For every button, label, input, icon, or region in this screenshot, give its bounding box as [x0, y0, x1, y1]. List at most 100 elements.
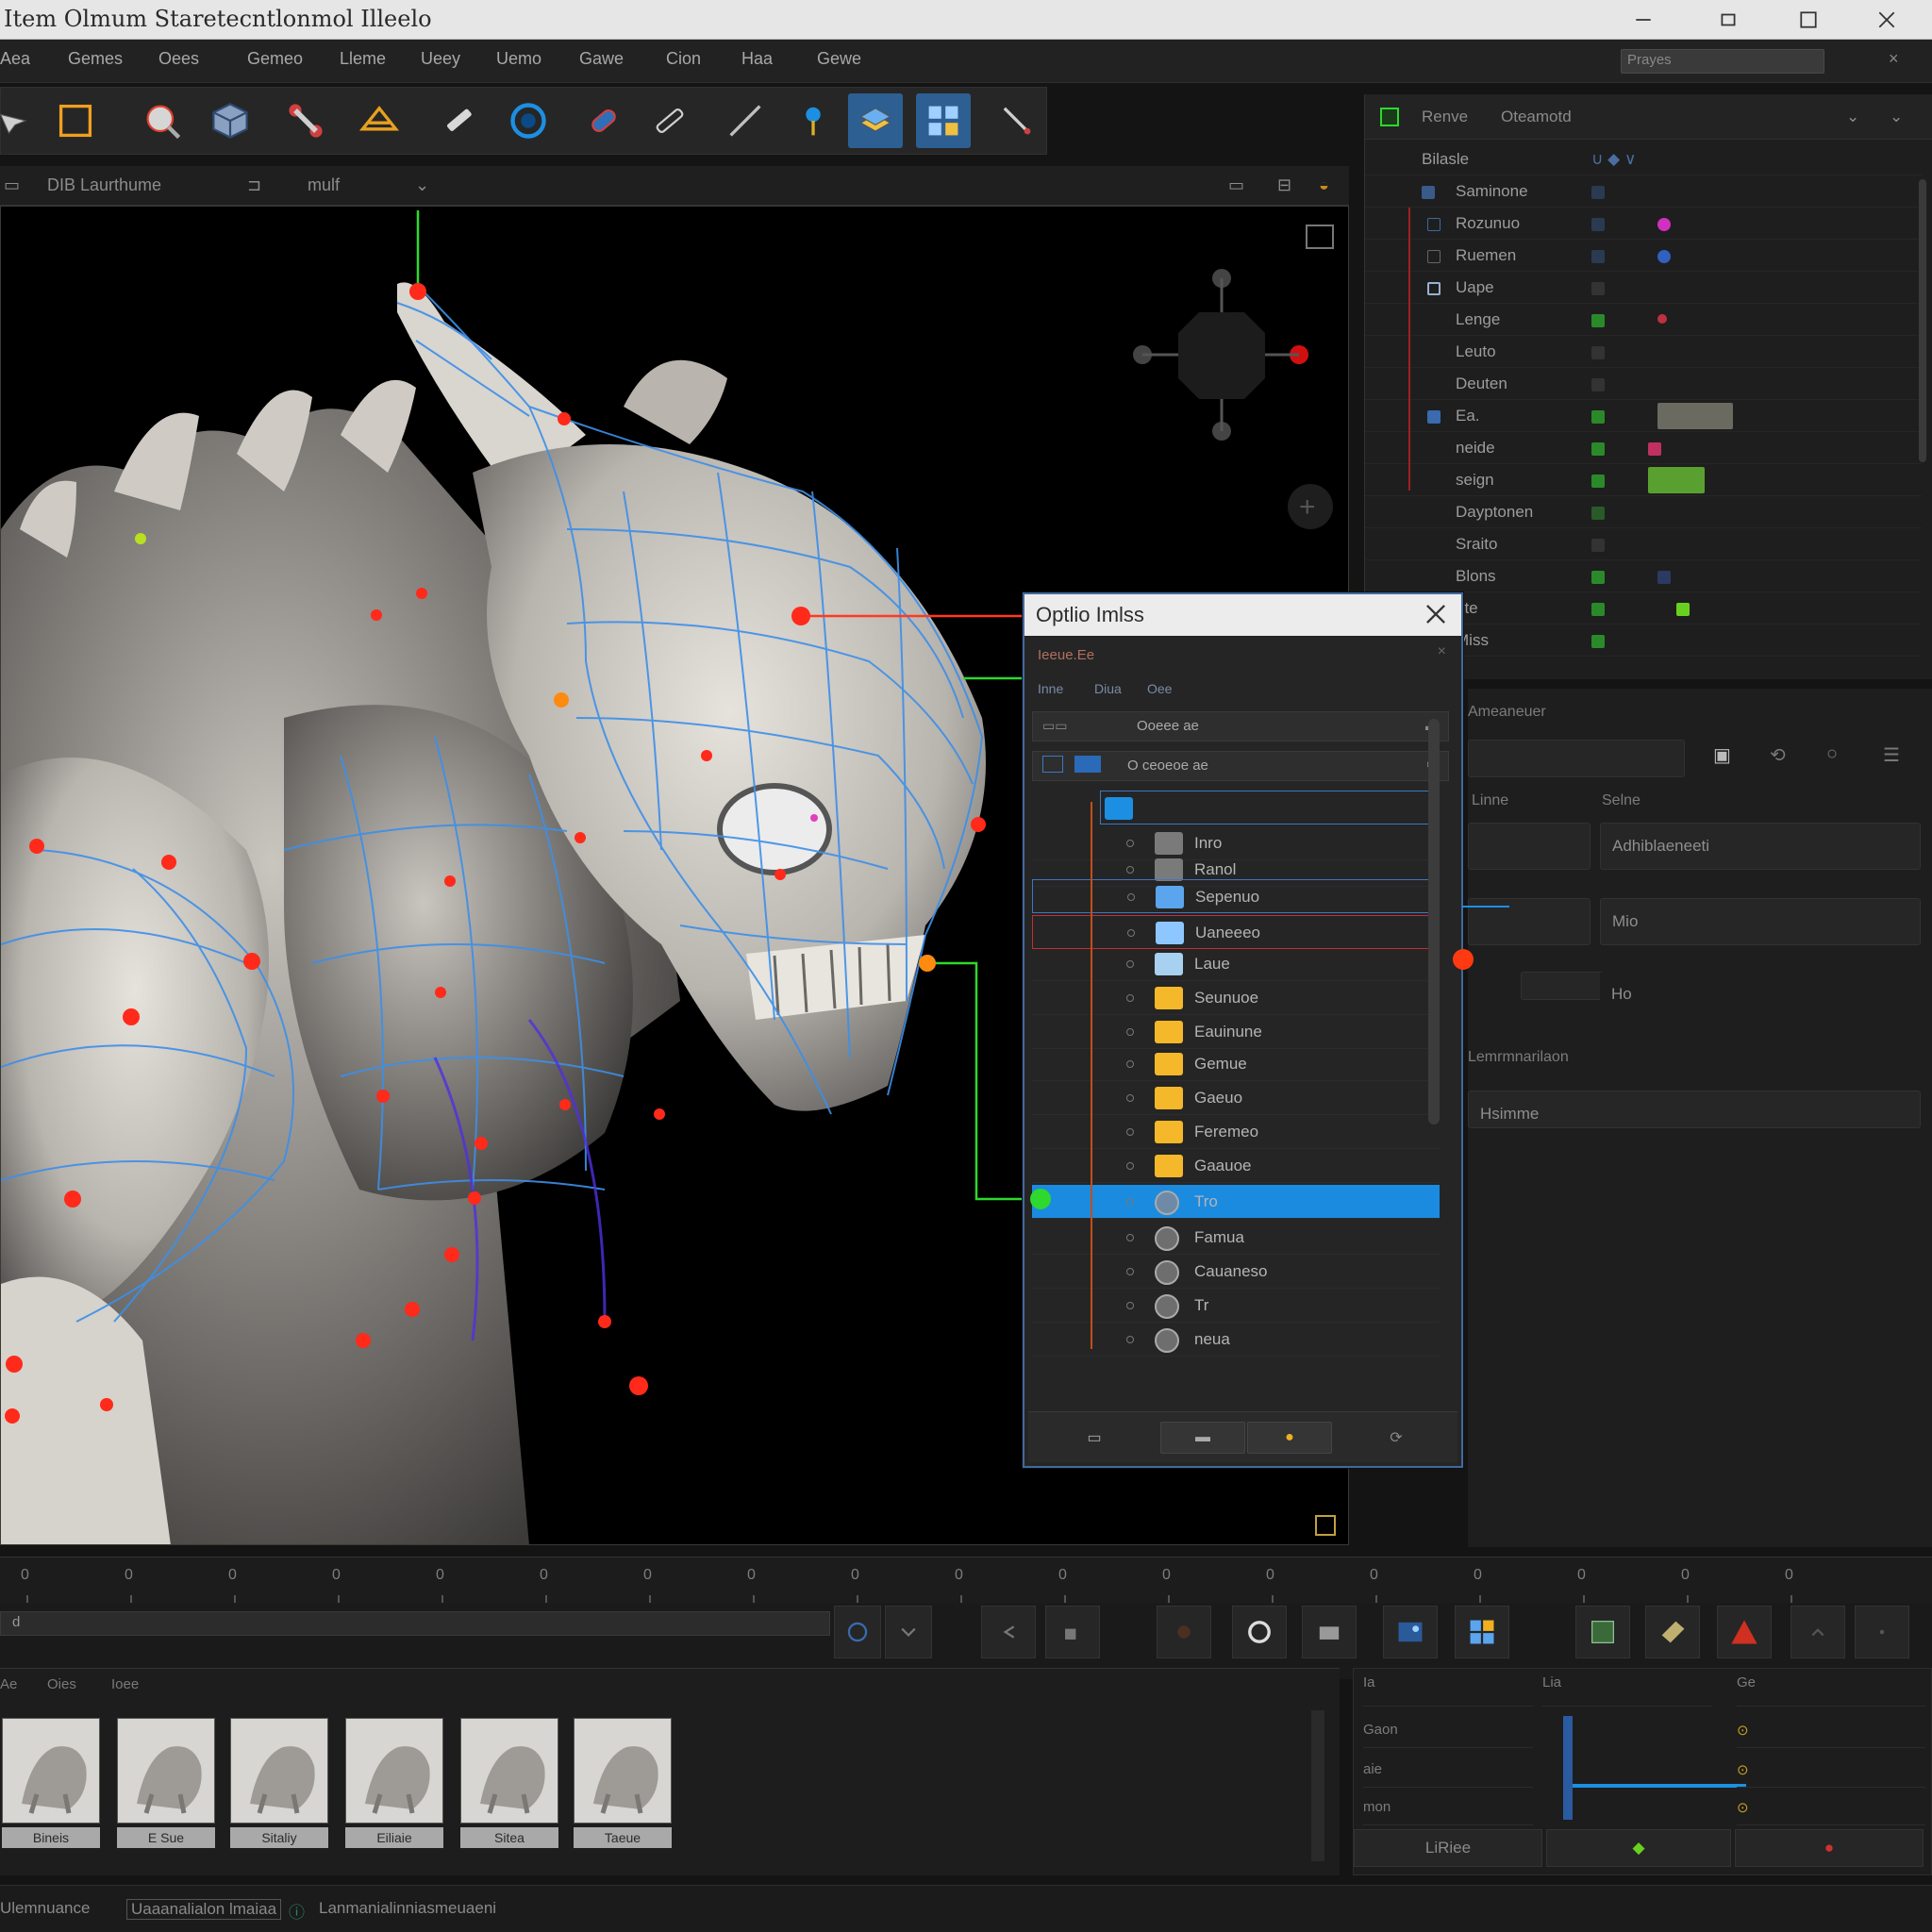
layout-button[interactable] — [1455, 1606, 1509, 1658]
dialog-list-row[interactable]: Feremeo — [1032, 1115, 1440, 1149]
connection-handle[interactable] — [1030, 1189, 1051, 1209]
material-button[interactable] — [1575, 1606, 1630, 1658]
menu-item[interactable]: Uemo — [496, 49, 541, 69]
measure-tool-button[interactable] — [990, 93, 1044, 148]
tag-button[interactable] — [1645, 1606, 1700, 1658]
row-value[interactable]: ⊙ — [1737, 1716, 1925, 1748]
link-icon[interactable]: ⟲ — [1770, 743, 1786, 767]
dialog-list-row[interactable]: Laue — [1032, 947, 1440, 981]
dialog-list-row[interactable]: Uaneeeo — [1032, 915, 1440, 949]
keyframe-button[interactable] — [1045, 1606, 1100, 1658]
visibility-toggle[interactable] — [1127, 929, 1135, 937]
play-button[interactable] — [1232, 1606, 1287, 1658]
value-field-b[interactable]: Adhiblaeneeti — [1600, 823, 1921, 870]
viewport-crumb-2[interactable]: mulf — [308, 175, 340, 195]
connect-tool-button[interactable] — [576, 93, 631, 148]
vis-toggle[interactable] — [1591, 410, 1605, 424]
visibility-toggle[interactable] — [1126, 840, 1134, 847]
visibility-toggle[interactable] — [1126, 1302, 1134, 1309]
sculpt-tool-button[interactable] — [135, 93, 190, 148]
asset-tab[interactable]: Oies — [47, 1676, 76, 1692]
status-mid[interactable]: Uaaanalialon lmaiaa — [126, 1899, 282, 1920]
outliner-row[interactable]: Ea. — [1365, 400, 1922, 432]
tab-field[interactable] — [1468, 740, 1685, 777]
visibility-icon[interactable]: ∪ ◆ ∨ — [1591, 150, 1636, 169]
asset-tab[interactable]: Ae — [0, 1676, 17, 1692]
rectangle-tool-button[interactable] — [48, 93, 103, 148]
menu-item[interactable]: Oees — [158, 49, 199, 69]
minimize-button[interactable] — [1604, 0, 1683, 40]
value-slider[interactable] — [1567, 1784, 1746, 1788]
vis-toggle[interactable] — [1591, 186, 1605, 199]
outliner-row[interactable]: Blons — [1365, 560, 1922, 592]
cancel-button[interactable]: ● — [1735, 1829, 1924, 1867]
grid-view-button[interactable]: ▬ — [1160, 1422, 1245, 1454]
toolbar-icon[interactable]: ▭▭ — [1042, 718, 1067, 734]
menu-item[interactable]: Gemeo — [247, 49, 303, 69]
visibility-toggle[interactable] — [1126, 960, 1134, 968]
dialog-list-row[interactable] — [1100, 791, 1440, 824]
asset-tab[interactable]: Ioee — [111, 1676, 139, 1692]
line-tool-button[interactable] — [718, 93, 773, 148]
value-field-b[interactable]: Mio — [1600, 898, 1921, 945]
dialog-list-row[interactable]: Gemue — [1032, 1047, 1440, 1081]
vis-toggle[interactable] — [1591, 218, 1605, 231]
outliner-row[interactable]: seign — [1365, 464, 1922, 496]
asset-thumbnail[interactable] — [345, 1718, 443, 1824]
layout-icon[interactable]: ⊟ — [1277, 175, 1291, 195]
record-button[interactable] — [1157, 1606, 1211, 1658]
visibility-toggle[interactable] — [1126, 1028, 1134, 1036]
visibility-toggle[interactable] — [1126, 994, 1134, 1002]
search-input[interactable]: Prayes — [1621, 49, 1824, 74]
menu-item[interactable]: Gemes — [68, 49, 123, 69]
visibility-toggle[interactable] — [1126, 1162, 1134, 1170]
visibility-toggle[interactable] — [1126, 1234, 1134, 1241]
outliner-row[interactable]: Uape — [1365, 272, 1922, 304]
warning-button[interactable] — [1717, 1606, 1772, 1658]
rig-tool-button[interactable] — [278, 93, 333, 148]
asset-thumbnail[interactable] — [460, 1718, 558, 1824]
visibility-toggle[interactable] — [1126, 866, 1134, 874]
menu-item[interactable]: Haa — [741, 49, 773, 69]
close-icon[interactable]: × — [1438, 643, 1446, 660]
dialog-tab[interactable]: Diua — [1094, 681, 1122, 696]
dialog-tab[interactable]: Oee — [1147, 681, 1172, 696]
subsection-field[interactable]: Hsimme — [1468, 1091, 1921, 1128]
vis-toggle[interactable] — [1591, 475, 1605, 488]
visibility-toggle[interactable] — [1126, 1268, 1134, 1275]
outliner-row[interactable]: Deuten — [1365, 368, 1922, 400]
vis-toggle[interactable] — [1591, 507, 1605, 520]
camera-icon[interactable]: ⊐ — [247, 175, 261, 195]
row-value[interactable]: ⊙ — [1737, 1756, 1925, 1788]
dropdown-button[interactable] — [885, 1606, 932, 1658]
dialog-list-row[interactable]: neua — [1032, 1323, 1440, 1357]
list-view-button[interactable]: ▭ — [1066, 1422, 1123, 1454]
outliner-row[interactable]: Dayptonen — [1365, 496, 1922, 528]
vis-toggle[interactable] — [1591, 314, 1605, 327]
asset-scrollbar[interactable] — [1311, 1710, 1324, 1861]
dropdown-icon[interactable]: ⌄ — [1890, 108, 1903, 126]
vis-toggle[interactable] — [1591, 635, 1605, 648]
dialog-list-row[interactable]: Tro — [1032, 1185, 1440, 1219]
outliner-row[interactable]: Ruemen — [1365, 240, 1922, 272]
cube-tool-button[interactable] — [203, 93, 258, 148]
menu-item[interactable]: Aea — [0, 49, 30, 69]
asset-thumbnail[interactable] — [117, 1718, 215, 1824]
target-tool-button[interactable] — [501, 93, 556, 148]
outliner-row[interactable]: Lenge — [1365, 304, 1922, 336]
dropdown-icon[interactable]: ⌄ — [415, 175, 429, 195]
connection-handle[interactable] — [1453, 949, 1474, 970]
more-button[interactable] — [1790, 1606, 1845, 1658]
layers-tool-button[interactable] — [848, 93, 903, 148]
visibility-toggle[interactable] — [1126, 1094, 1134, 1102]
grid-tool-button[interactable] — [916, 93, 971, 148]
dialog-scrollbar[interactable] — [1428, 719, 1440, 1124]
dialog-list-row[interactable]: Gaauoe — [1032, 1149, 1440, 1183]
slider-track[interactable] — [1563, 1716, 1573, 1820]
menu-item[interactable]: Ueey — [421, 49, 460, 69]
dialog-list-row[interactable]: Seunuoe — [1032, 981, 1440, 1015]
visibility-toggle[interactable] — [1126, 1060, 1134, 1068]
close-icon[interactable] — [1424, 602, 1448, 626]
menu-item[interactable]: Gewe — [817, 49, 861, 69]
apply-button[interactable]: LiRiee — [1354, 1829, 1542, 1867]
